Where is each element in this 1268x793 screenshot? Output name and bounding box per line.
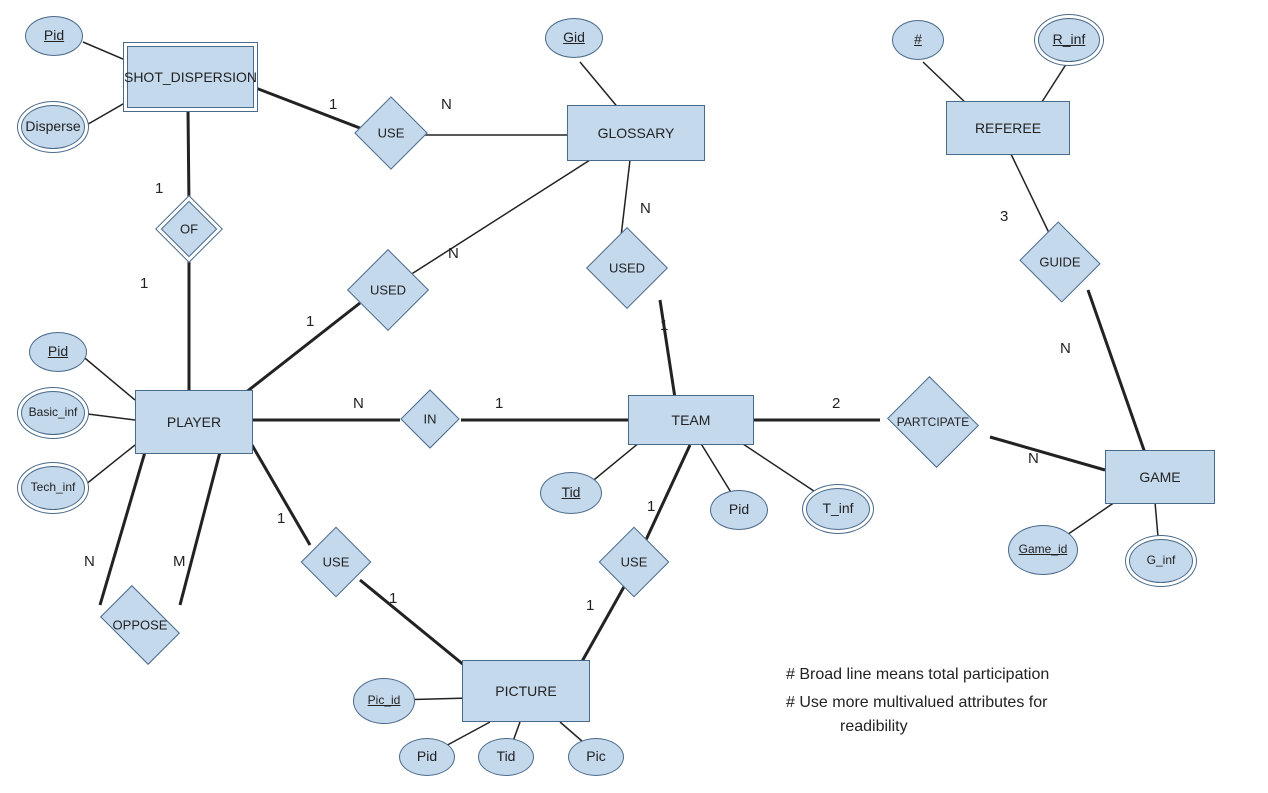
card-sd-of-1: 1 <box>155 180 163 197</box>
entity-picture: PICTURE <box>462 660 590 722</box>
attr-referee-rinf: R_inf <box>1034 14 1104 66</box>
attr-picture-pid: Pid <box>399 738 455 776</box>
attr-player-techinf-label: Tech_inf <box>21 466 85 510</box>
card-pl-in-n: N <box>353 395 364 412</box>
attr-player-basicinf: Basic_inf <box>17 387 89 439</box>
attr-sd-disperse-label: Disperse <box>21 105 85 149</box>
attr-team-tinf-label: T_inf <box>806 488 870 530</box>
entity-referee-label: REFEREE <box>975 120 1041 136</box>
attr-game-ginf-label: G_inf <box>1129 539 1193 583</box>
rel-participate-label: PARTCIPATE <box>893 415 973 429</box>
entity-team: TEAM <box>628 395 754 445</box>
rel-use-sd-glossary-label: USE <box>378 126 405 141</box>
attr-team-pid-label: Pid <box>729 502 749 517</box>
attr-picture-pic: Pic <box>568 738 624 776</box>
entity-shot-dispersion-label: SHOT_DISPERSION <box>127 46 254 108</box>
card-oppose-n: N <box>84 553 95 570</box>
rel-oppose-label: OPPOSE <box>113 618 168 633</box>
attr-sd-pid-label: Pid <box>44 28 64 43</box>
card-tm-usepic-1a: 1 <box>647 498 655 515</box>
rel-used-team-glossary-label: USED <box>609 261 645 276</box>
rel-used-player-glossary-label: USED <box>370 283 406 298</box>
attr-picture-pid-label: Pid <box>417 749 437 764</box>
card-gl-used-tm-n: N <box>640 200 651 217</box>
entity-game-label: GAME <box>1139 469 1180 485</box>
note-2: # Use more multivalued attributes for <box>786 694 1047 712</box>
attr-glossary-gid: Gid <box>545 18 603 58</box>
card-pl-usepic-1a: 1 <box>277 510 285 527</box>
attr-game-ginf: G_inf <box>1125 535 1197 587</box>
attr-picture-picid-label: Pic_id <box>368 694 401 707</box>
attr-picture-tid: Tid <box>478 738 534 776</box>
entity-glossary: GLOSSARY <box>567 105 705 161</box>
attr-picture-picid: Pic_id <box>353 678 415 724</box>
attr-glossary-gid-label: Gid <box>563 30 585 45</box>
attr-sd-disperse: Disperse <box>17 101 89 153</box>
attr-referee-rinf-label: R_inf <box>1053 32 1086 47</box>
attr-player-pid: Pid <box>29 332 87 372</box>
attr-picture-pic-label: Pic <box>586 749 605 764</box>
entity-glossary-label: GLOSSARY <box>598 125 675 141</box>
attr-team-pid: Pid <box>710 490 768 530</box>
note-3: readibility <box>840 718 908 736</box>
attr-player-pid-label: Pid <box>48 344 68 359</box>
attr-team-tinf: T_inf <box>802 484 874 534</box>
card-sd-use-1: 1 <box>329 96 337 113</box>
card-gl-used-pl-n: N <box>448 245 459 262</box>
note-1: # Broad line means total participation <box>786 666 1049 684</box>
card-ref-guide-3: 3 <box>1000 208 1008 225</box>
card-pl-usepic-1b: 1 <box>389 590 397 607</box>
card-game-part-n: N <box>1028 450 1039 467</box>
attr-picture-tid-label: Tid <box>497 749 516 764</box>
attr-referee-num: # <box>892 20 944 60</box>
card-tm-usepic-1b: 1 <box>586 597 594 614</box>
entity-player-label: PLAYER <box>167 414 221 430</box>
attr-game-id-label: Game_id <box>1019 543 1068 556</box>
rel-in-label: IN <box>424 412 437 427</box>
card-pl-used-1: 1 <box>306 313 314 330</box>
card-pl-of-1: 1 <box>140 275 148 292</box>
entity-team-label: TEAM <box>672 412 711 428</box>
card-game-guide-n: N <box>1060 340 1071 357</box>
entity-referee: REFEREE <box>946 101 1070 155</box>
rel-guide-label: GUIDE <box>1039 255 1080 270</box>
attr-player-techinf: Tech_inf <box>17 462 89 514</box>
card-tm-part-2: 2 <box>832 395 840 412</box>
card-oppose-m: M <box>173 553 186 570</box>
rel-of-label: OF <box>180 222 198 237</box>
entity-picture-label: PICTURE <box>495 683 556 699</box>
rel-use-team-picture-label: USE <box>621 555 648 570</box>
card-tm-used-1: 1 <box>660 317 668 334</box>
attr-team-tid-label: Tid <box>562 485 581 500</box>
rel-use-player-picture-label: USE <box>323 555 350 570</box>
entity-shot-dispersion: SHOT_DISPERSION <box>123 42 258 112</box>
attr-game-id: Game_id <box>1008 525 1078 575</box>
attr-player-basicinf-label: Basic_inf <box>21 391 85 435</box>
entity-player: PLAYER <box>135 390 253 454</box>
card-gl-use-n: N <box>441 96 452 113</box>
attr-referee-num-label: # <box>914 32 922 47</box>
attr-sd-pid: Pid <box>25 16 83 56</box>
entity-game: GAME <box>1105 450 1215 504</box>
card-tm-in-1: 1 <box>495 395 503 412</box>
attr-team-tid: Tid <box>540 472 602 514</box>
